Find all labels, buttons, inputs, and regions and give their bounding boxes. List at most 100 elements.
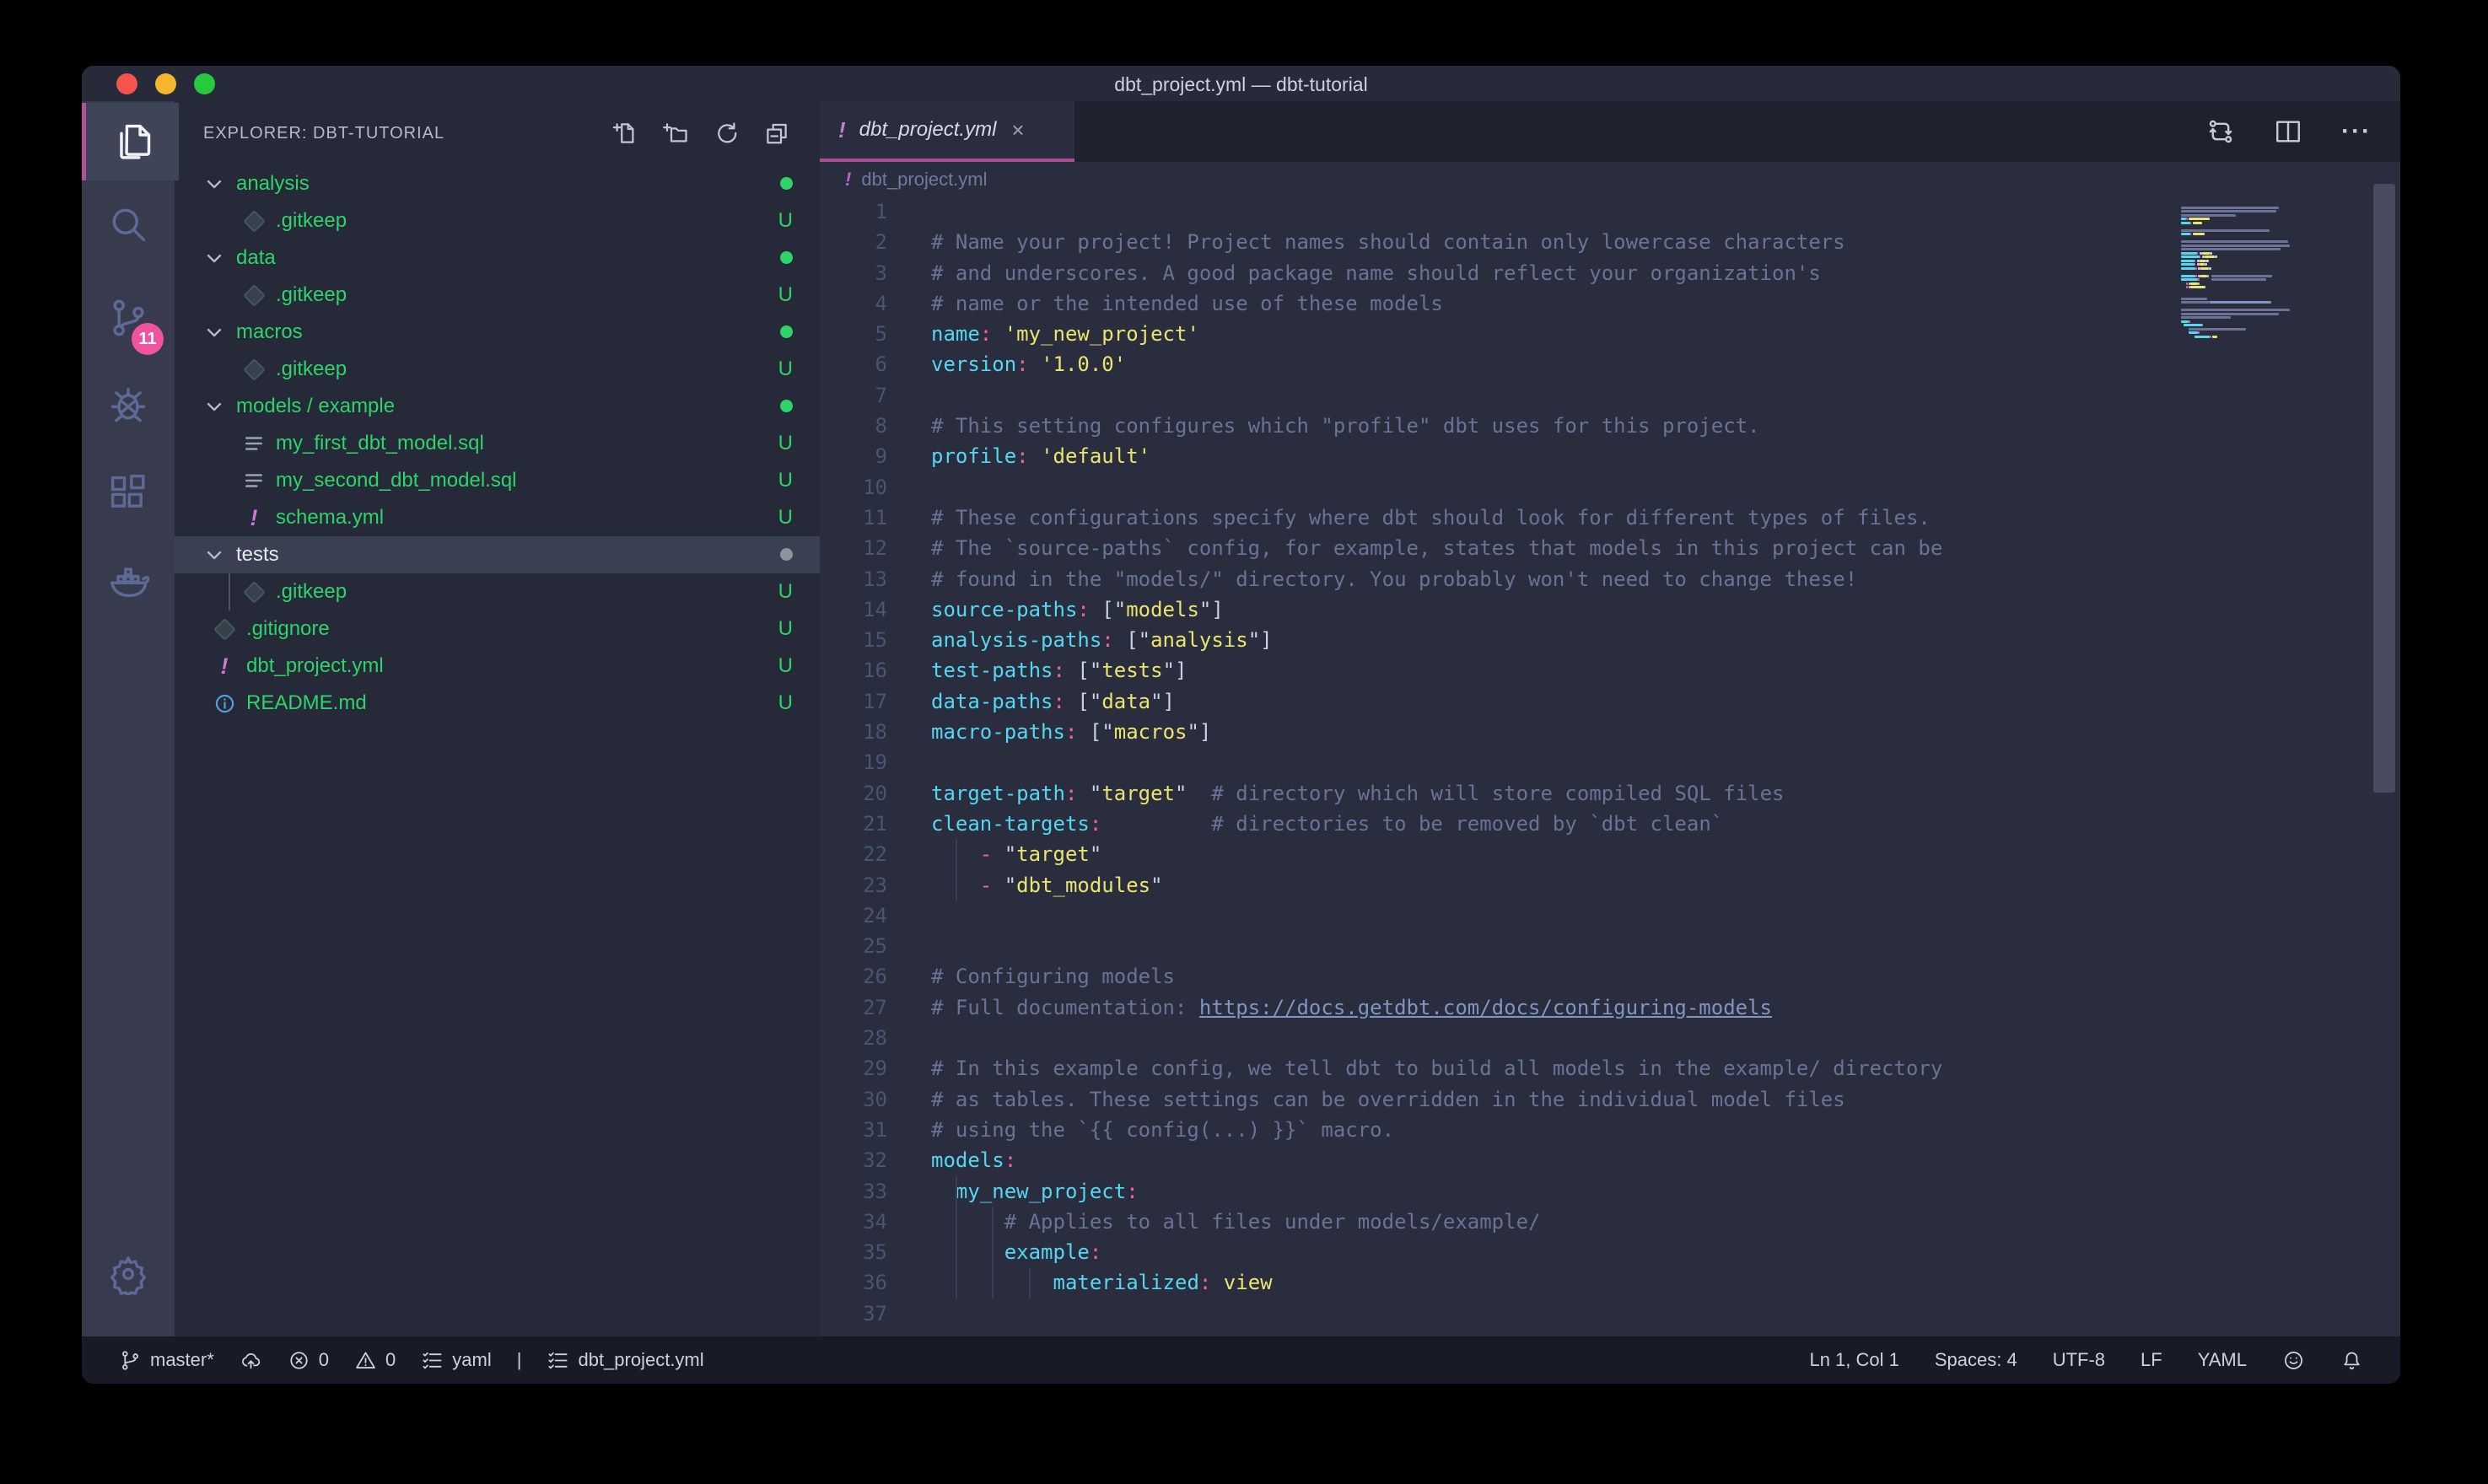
git-file-icon (213, 617, 236, 641)
tree-item-label: .gitkeep (276, 209, 347, 233)
new-folder-icon[interactable] (663, 121, 688, 146)
code-line-16[interactable]: 16test-paths: ["tests"] (820, 655, 2400, 686)
status-error-circle[interactable]: 0 (288, 1349, 329, 1372)
minimap[interactable] (2181, 202, 2341, 342)
code-line-11[interactable]: 11# These configurations specify where d… (820, 503, 2400, 533)
code-editor[interactable]: 12# Name your project! Project names sho… (820, 196, 2400, 1336)
code-line-20[interactable]: 20target-path: "target" # directory whic… (820, 778, 2400, 809)
code-line-22[interactable]: 22 - "target" (820, 839, 2400, 869)
code-line-5[interactable]: 5name: 'my_new_project' (820, 319, 2400, 349)
status-yaml[interactable]: YAML (2198, 1349, 2247, 1371)
refresh-icon[interactable] (714, 121, 739, 146)
tree-item--gitkeep[interactable]: .gitkeepU (175, 573, 820, 610)
code-line-30[interactable]: 30# as tables. These settings can be ove… (820, 1084, 2400, 1115)
status-bar: master*00yaml|dbt_project.yml Ln 1, Col … (82, 1336, 2400, 1384)
code-line-9[interactable]: 9profile: 'default' (820, 441, 2400, 471)
code-line-27[interactable]: 27# Full documentation: https://docs.get… (820, 992, 2400, 1023)
activity-docker-icon[interactable] (82, 541, 175, 619)
untracked-badge: U (778, 469, 793, 492)
code-line-28[interactable]: 28 (820, 1023, 2400, 1053)
code-line-13[interactable]: 13# found in the "models/" directory. Yo… (820, 564, 2400, 594)
git-branch-icon (119, 1349, 142, 1372)
tree-item--gitignore[interactable]: .gitignoreU (175, 610, 820, 648)
code-line-31[interactable]: 31# using the `{{ config(...) }}` macro. (820, 1115, 2400, 1145)
editor-scrollbar[interactable] (2373, 184, 2395, 793)
activity-bar: 11 (82, 101, 175, 1336)
tree-item--gitkeep[interactable]: .gitkeepU (175, 277, 820, 314)
tree-item-my-first-dbt-model-sql[interactable]: my_first_dbt_model.sqlU (175, 425, 820, 462)
tree-item-data[interactable]: data (175, 239, 820, 277)
tree-item--gitkeep[interactable]: .gitkeepU (175, 202, 820, 239)
collapse-folders-icon[interactable] (764, 121, 789, 146)
code-line-24[interactable]: 24 (820, 901, 2400, 931)
close-tab-icon[interactable]: × (1011, 117, 1024, 143)
line-number: 27 (820, 992, 931, 1023)
code-line-34[interactable]: 34 # Applies to all files under models/e… (820, 1207, 2400, 1237)
breadcrumb-item-filename[interactable]: dbt_project.yml (861, 169, 987, 191)
code-line-10[interactable]: 10 (820, 472, 2400, 503)
tree-item-label: tests (236, 543, 279, 567)
selected-dot-badge (780, 543, 793, 567)
status-git-branch[interactable]: master* (119, 1349, 214, 1372)
status-lf[interactable]: LF (2141, 1349, 2162, 1371)
tree-item--gitkeep[interactable]: .gitkeepU (175, 351, 820, 388)
code-line-18[interactable]: 18macro-paths: ["macros"] (820, 717, 2400, 747)
code-line-2[interactable]: 2# Name your project! Project names shou… (820, 227, 2400, 257)
tree-item-dbt-project-yml[interactable]: !dbt_project.ymlU (175, 648, 820, 685)
tab-dbt-project-yml[interactable]: ! dbt_project.yml × (820, 101, 1074, 162)
code-line-23[interactable]: 23 - "dbt_modules" (820, 870, 2400, 901)
code-line-26[interactable]: 26# Configuring models (820, 961, 2400, 992)
new-file-icon[interactable] (612, 121, 638, 146)
line-number: 32 (820, 1145, 931, 1175)
code-line-1[interactable]: 1 (820, 196, 2400, 227)
code-line-12[interactable]: 12# The `source-paths` config, for examp… (820, 533, 2400, 563)
code-line-4[interactable]: 4# name or the intended use of these mod… (820, 288, 2400, 319)
code-line-25[interactable]: 25 (820, 931, 2400, 961)
status-tasklist[interactable]: dbt_project.yml (547, 1349, 703, 1372)
line-number: 22 (820, 839, 931, 869)
activity-debug-icon[interactable] (82, 364, 175, 442)
code-line-19[interactable]: 19 (820, 747, 2400, 777)
code-line-36[interactable]: 36 materialized: view (820, 1267, 2400, 1298)
line-number: 18 (820, 717, 931, 747)
code-line-3[interactable]: 3# and underscores. A good package name … (820, 258, 2400, 288)
tree-item-macros[interactable]: macros (175, 314, 820, 351)
status-cloud-upload[interactable] (240, 1349, 262, 1372)
warning-triangle-icon (354, 1349, 377, 1372)
line-number: 9 (820, 441, 931, 471)
activity-settings-gear-icon[interactable] (82, 1235, 175, 1313)
status-warning-triangle[interactable]: 0 (354, 1349, 396, 1372)
open-changes-icon[interactable] (2206, 117, 2235, 146)
status-bell[interactable] (2340, 1349, 2363, 1372)
tree-item-tests[interactable]: tests (175, 536, 820, 573)
code-line-8[interactable]: 8# This setting configures which "profil… (820, 411, 2400, 441)
split-editor-icon[interactable] (2274, 117, 2302, 146)
activity-explorer-icon[interactable] (82, 103, 179, 180)
code-line-14[interactable]: 14source-paths: ["models"] (820, 594, 2400, 625)
activity-extensions-icon[interactable] (82, 454, 175, 532)
tree-item-my-second-dbt-model-sql[interactable]: my_second_dbt_model.sqlU (175, 462, 820, 499)
code-line-33[interactable]: 33 my_new_project: (820, 1176, 2400, 1207)
more-actions-icon[interactable]: ··· (2341, 117, 2372, 146)
code-line-15[interactable]: 15analysis-paths: ["analysis"] (820, 625, 2400, 655)
code-line-7[interactable]: 7 (820, 380, 2400, 411)
status-smiley[interactable] (2282, 1349, 2305, 1372)
tree-item-analysis[interactable]: analysis (175, 165, 820, 202)
activity-search-icon[interactable] (82, 186, 175, 263)
status-utf-8[interactable]: UTF-8 (2053, 1349, 2105, 1371)
code-line-32[interactable]: 32models: (820, 1145, 2400, 1175)
breadcrumb[interactable]: ! dbt_project.yml (820, 162, 2400, 196)
status-ln-1-col-1[interactable]: Ln 1, Col 1 (1809, 1349, 1898, 1371)
activity-source-control-icon[interactable]: 11 (82, 279, 175, 357)
status-tasklist[interactable]: yaml (421, 1349, 491, 1372)
tree-item-schema-yml[interactable]: !schema.ymlU (175, 499, 820, 536)
code-line-17[interactable]: 17data-paths: ["data"] (820, 686, 2400, 717)
code-line-35[interactable]: 35 example: (820, 1237, 2400, 1267)
tree-item-readme-md[interactable]: README.mdU (175, 685, 820, 722)
code-line-21[interactable]: 21clean-targets: # directories to be rem… (820, 809, 2400, 839)
code-line-37[interactable]: 37 (820, 1298, 2400, 1329)
code-line-29[interactable]: 29# In this example config, we tell dbt … (820, 1053, 2400, 1083)
status-spaces-4[interactable]: Spaces: 4 (1935, 1349, 2017, 1371)
tree-item-models-example[interactable]: models / example (175, 388, 820, 425)
code-line-6[interactable]: 6version: '1.0.0' (820, 349, 2400, 379)
